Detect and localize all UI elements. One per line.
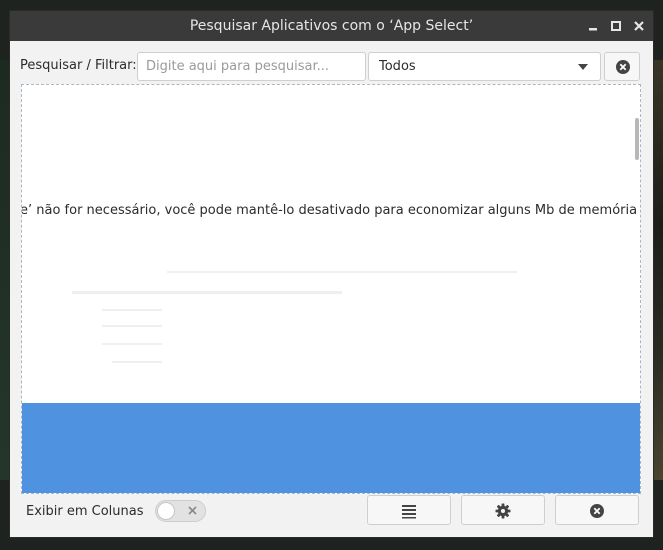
columns-toggle[interactable] — [155, 500, 206, 522]
faded-image-line — [167, 271, 517, 273]
maximize-icon — [611, 21, 621, 31]
chevron-down-icon — [578, 64, 588, 70]
maximize-button[interactable] — [607, 17, 625, 35]
faded-image-line — [112, 361, 162, 363]
gear-icon — [495, 503, 511, 519]
settings-button[interactable] — [461, 495, 545, 525]
category-filter-value: Todos — [379, 59, 416, 74]
window-title: Pesquisar Aplicativos com o ‘App Select’ — [189, 18, 474, 34]
minimize-icon — [589, 28, 597, 31]
faded-image-line — [72, 291, 342, 294]
clear-search-button[interactable] — [604, 52, 640, 81]
title-bar[interactable]: Pesquisar Aplicativos com o ‘App Select’ — [10, 11, 653, 41]
results-list[interactable]: e’ não for necessário, você pode mantê-l… — [21, 84, 641, 494]
list-icon — [402, 505, 416, 519]
columns-label: Exibir em Colunas — [26, 504, 144, 519]
faded-image-line — [102, 325, 162, 327]
list-view-button[interactable] — [367, 495, 451, 525]
faded-image-line — [102, 343, 162, 345]
app-description: e’ não for necessário, você pode mantê-l… — [21, 203, 641, 218]
minimize-button[interactable] — [584, 17, 602, 35]
clear-circle-icon — [616, 60, 630, 74]
app-select-window: Pesquisar Aplicativos com o ‘App Select’… — [9, 10, 654, 538]
search-label: Pesquisar / Filtrar: — [20, 58, 137, 73]
close-circle-icon — [590, 504, 604, 518]
close-icon — [634, 21, 644, 31]
faded-image-line — [102, 309, 162, 311]
selected-list-item[interactable] — [22, 403, 640, 493]
category-filter-select[interactable]: Todos — [368, 52, 601, 81]
scrollbar-thumb[interactable] — [635, 118, 639, 160]
close-app-button[interactable] — [555, 495, 639, 525]
toggle-off-icon — [188, 506, 197, 515]
search-input[interactable] — [137, 52, 366, 81]
close-window-button[interactable] — [630, 17, 648, 35]
toggle-knob — [157, 502, 175, 520]
